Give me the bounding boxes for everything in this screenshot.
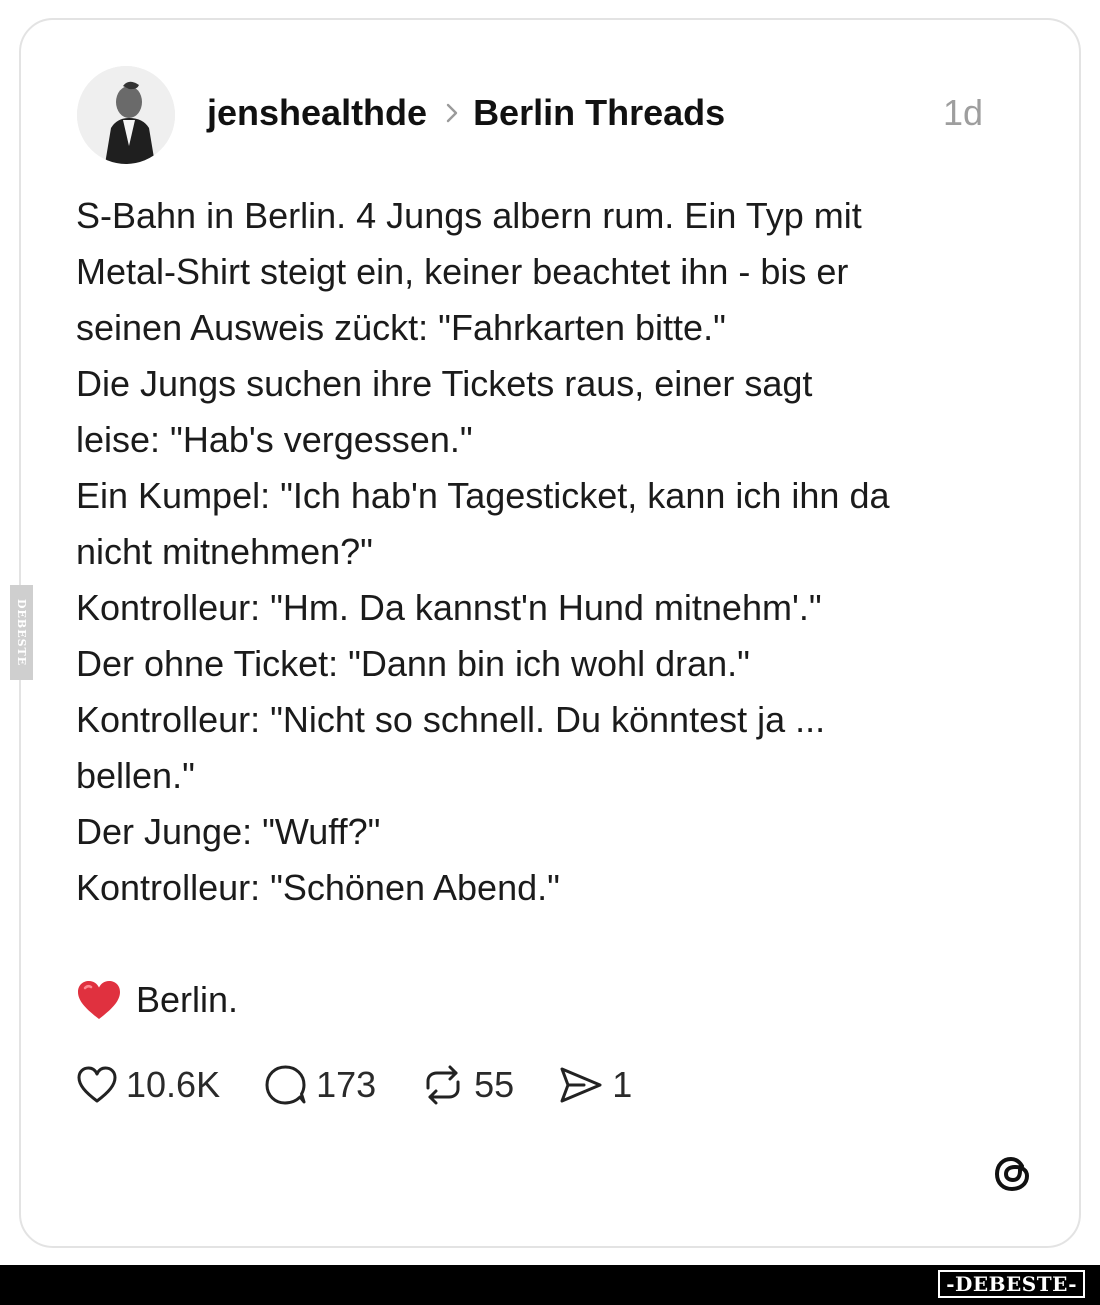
post-text-line: Kontrolleur: "Hm. Da kannst'n Hund mitne… (76, 587, 822, 628)
side-watermark: DEBESTE (10, 585, 33, 680)
repost-button[interactable]: 55 (420, 1064, 514, 1106)
community-name[interactable]: Berlin Threads (473, 92, 725, 134)
post-text-line: Der ohne Ticket: "Dann bin ich wohl dran… (76, 643, 750, 684)
post-body: S-Bahn in Berlin. 4 Jungs albern rum. Ei… (76, 188, 1036, 1028)
post-timestamp: 1d (942, 92, 983, 133)
post-signoff: Berlin. (76, 972, 1036, 1028)
post-text-line: leise: "Hab's vergessen." (76, 419, 473, 460)
red-heart-emoji-icon (78, 981, 120, 1019)
post-text-line: Kontrolleur: "Schönen Abend." (76, 867, 560, 908)
heart-icon (77, 1066, 117, 1103)
brand-watermark: -DEBESTE- (938, 1270, 1085, 1298)
post-actions: 10.6K 173 55 1 (76, 1060, 676, 1110)
post-text-line: Die Jungs suchen ihre Tickets raus, eine… (76, 363, 813, 404)
post-text-line: Metal-Shirt steigt ein, keiner beachtet … (76, 251, 849, 292)
share-count: 1 (612, 1064, 633, 1105)
chevron-right-icon (445, 102, 459, 124)
like-count: 10.6K (126, 1064, 221, 1105)
comment-button[interactable]: 173 (264, 1064, 376, 1106)
threads-logo-icon[interactable] (991, 1152, 1035, 1196)
threads-post-card: jenshealthde Berlin Threads 1d S-Bahn in… (19, 18, 1081, 1248)
post-text-line: Kontrolleur: "Nicht so schnell. Du könnt… (76, 699, 826, 740)
send-icon (560, 1067, 602, 1103)
post-header: jenshealthde Berlin Threads (207, 90, 725, 136)
post-text-line: bellen." (76, 755, 195, 796)
side-watermark-text: DEBESTE (15, 598, 28, 667)
repost-icon (426, 1065, 460, 1105)
avatar-photo (77, 66, 175, 164)
post-text-line: S-Bahn in Berlin. 4 Jungs albern rum. Ei… (76, 195, 862, 236)
comment-count: 173 (316, 1064, 377, 1105)
bottom-watermark-bar: -DEBESTE- (0, 1265, 1100, 1305)
post-text-line: Der Junge: "Wuff?" (76, 811, 381, 852)
post-text-line: seinen Ausweis zückt: "Fahrkarten bitte.… (76, 307, 726, 348)
post-text-line: nicht mitnehmen?" (76, 531, 373, 572)
share-button[interactable]: 1 (558, 1064, 632, 1106)
signoff-text: Berlin. (136, 979, 239, 1020)
comment-bubble-icon (265, 1065, 306, 1105)
author-name[interactable]: jenshealthde (207, 92, 427, 134)
avatar[interactable] (77, 66, 175, 164)
post-text-line: Ein Kumpel: "Ich hab'n Tagesticket, kann… (76, 475, 890, 516)
like-button[interactable]: 10.6K (76, 1064, 220, 1106)
repost-count: 55 (474, 1064, 515, 1105)
